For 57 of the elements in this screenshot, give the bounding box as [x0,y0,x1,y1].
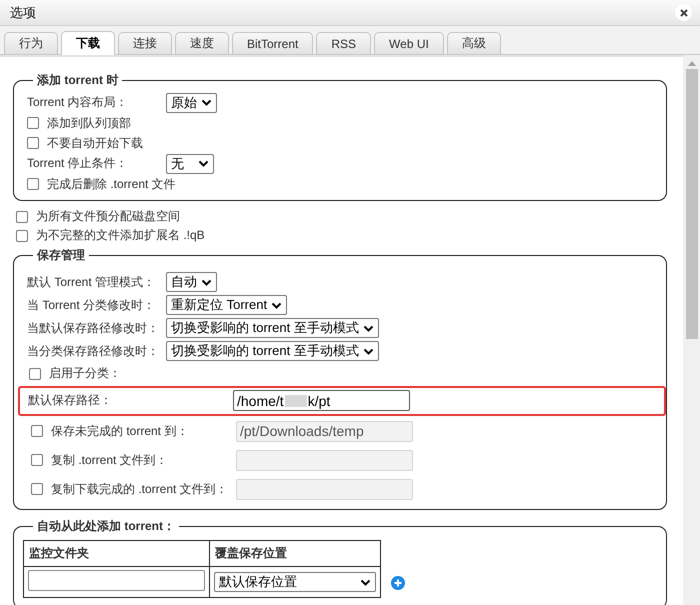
chevron-down-icon [362,324,374,333]
field-label: 当默认保存路径修改时： [27,320,160,337]
field-label: 当分类保存路径修改时： [27,342,160,360]
tab[interactable]: 速度 [175,32,229,54]
checkbox[interactable] [16,230,28,242]
column-header: 监控文件夹 [24,540,210,567]
chevron-down-icon [198,159,209,168]
dropdown[interactable]: 重新定位 Torrent [166,295,288,316]
dropdown[interactable]: 切换受影响的 torrent 至手动模式 [166,318,379,338]
tab[interactable]: 连接 [118,32,172,54]
checkbox-label: 为不完整的文件添加扩展名 .!qB [36,227,205,244]
chevron-down-icon [201,98,212,107]
field-label: 默认 Torrent 管理模式： [27,274,156,291]
dropdown[interactable]: 无 [166,154,214,174]
chevron-down-icon [360,578,371,587]
column-header: 覆盖保存位置 [210,540,380,567]
close-icon [678,8,688,18]
checkbox-label: 添加到队列顶部 [47,114,131,132]
close-button[interactable] [675,4,692,21]
checkbox[interactable] [27,137,39,149]
field-label: 当 Torrent 分类修改时： [27,296,156,314]
checkbox-label: 不要自动开始下载 [47,134,143,152]
window-title: 选项 [10,4,36,22]
field-label: 默认保存路径： [28,392,112,410]
chevron-down-icon [271,300,282,310]
checkbox[interactable] [27,178,39,190]
tab[interactable]: 行为 [4,32,58,54]
group-title: 保存管理 [36,246,86,264]
field-label: 复制 .torrent 文件到： [51,452,168,469]
checkbox-label: 启用子分类： [49,365,121,382]
chevron-down-icon [201,278,212,287]
group-title: 自动从此处添加 torrent： [36,518,176,536]
dropdown[interactable]: 切换受影响的 torrent 至手动模式 [166,341,379,362]
dropdown[interactable]: 原始 [166,92,217,112]
chevron-down-icon [362,346,374,356]
tab[interactable]: Web UI [374,32,444,54]
scrollbar[interactable] [683,55,700,605]
field-label: 保存未完成的 torrent 到： [51,422,188,440]
checkbox-label: 为所有文件预分配磁盘空间 [36,208,180,226]
tab[interactable]: 下载 [61,31,115,55]
field-label: Torrent 内容布局： [27,94,129,111]
checkbox[interactable] [29,368,41,380]
field-label: Torrent 停止条件： [27,155,129,172]
arrow-up-icon [686,60,696,67]
field-label: 复制下载完成的 .torrent 文件到： [51,480,228,498]
checkbox-label: 完成后删除 .torrent 文件 [47,176,176,192]
tab[interactable]: BitTorrent [232,32,314,54]
text-field[interactable]: /home/t k/pt [233,390,410,412]
dropdown[interactable]: 默认保存位置 [214,572,376,592]
group-title: 添加 torrent 时 [36,72,120,89]
text-field[interactable] [28,570,205,592]
checkbox[interactable] [16,210,28,223]
tab[interactable]: 高级 [446,32,501,54]
tab[interactable]: RSS [316,32,372,54]
dropdown[interactable]: 自动 [166,272,217,292]
add-icon[interactable] [391,576,405,590]
checkbox[interactable] [27,117,39,129]
